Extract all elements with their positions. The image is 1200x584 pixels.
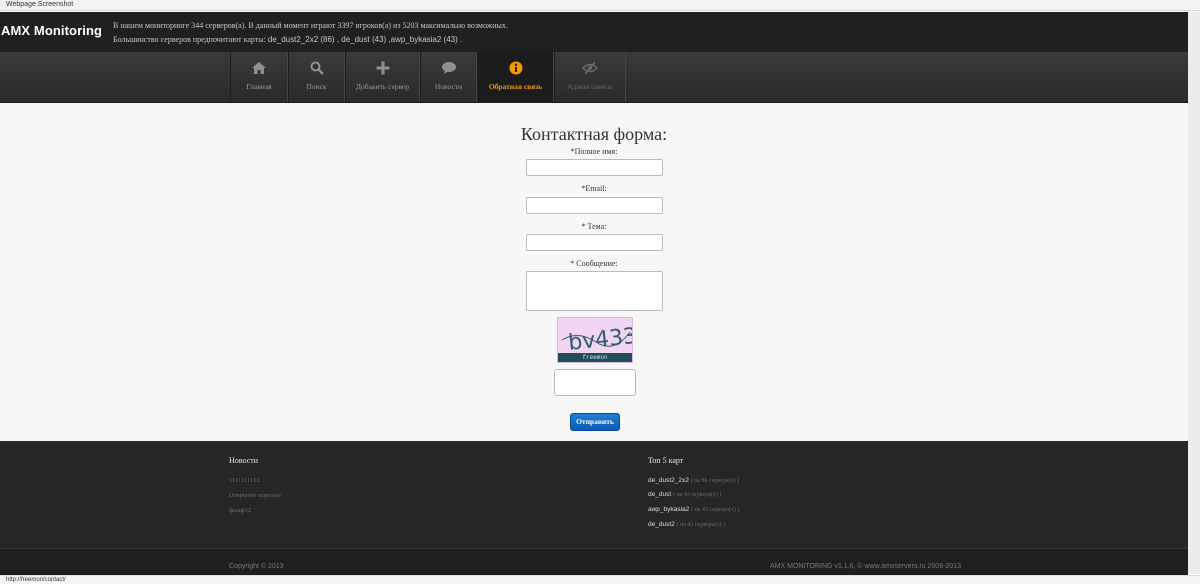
status-bar: http://freemon/contact/ [0, 575, 1200, 584]
nav-search[interactable]: Поиск [288, 52, 345, 102]
site-brand[interactable]: AMX Monitoring [1, 23, 102, 38]
eye-slash-icon [582, 61, 598, 75]
map-item[interactable]: de_dust2_2x2 ( на 86 сервера(х) ) [648, 477, 739, 484]
nav-label: Поиск [306, 82, 327, 91]
info-icon [509, 61, 523, 75]
site-footer: Новости 1111111112 Открытие портала! фыа… [0, 441, 1188, 576]
nav-feedback[interactable]: Обратная связь [477, 52, 554, 102]
news-item[interactable]: фыаф12 [229, 507, 251, 514]
news-item[interactable]: 1111111112 [229, 477, 260, 484]
message-field[interactable] [526, 271, 663, 311]
nav-home[interactable]: Главная [230, 52, 288, 102]
submit-button[interactable]: Отправить [570, 413, 620, 431]
plus-icon [376, 61, 390, 75]
status-url: http://freemon/contact/ [6, 577, 66, 583]
copyright: Copyright © 2013 [229, 563, 284, 570]
map-name: de_dust2 [648, 521, 675, 528]
nav-label: Админ панель [567, 82, 613, 91]
map-item[interactable]: awp_bykasia2 ( на 43 сервера(х) ) [648, 506, 739, 513]
speech-bubble-icon [441, 61, 457, 75]
news-title: Новости [229, 456, 259, 465]
captcha-brand: freemon [558, 353, 632, 362]
nav-label: Обратная связь [488, 82, 543, 91]
scrollbar[interactable] [1187, 12, 1200, 574]
map-name: de_dust2_2x2 [648, 477, 689, 484]
nav-admin[interactable]: Админ панель [554, 52, 626, 102]
name-label: *Полное имя: [570, 147, 618, 156]
map-count: ( на 43 сервера(х) ) [676, 522, 725, 528]
top-maps-title: Топ 5 карт [648, 456, 684, 465]
map-count: ( на 86 сервера(х) ) [690, 478, 740, 484]
footer-bottom-bar: Copyright © 2013 AMX MONITORING v1.1.6, … [0, 548, 1188, 576]
home-icon [251, 61, 267, 75]
map-item[interactable]: de_dust2 ( на 43 сервера(х) ) [648, 521, 725, 528]
captcha-graphic: bv433 [561, 324, 632, 356]
map-count: ( на 43 сервера(х) ) [672, 492, 722, 498]
map-count: ( на 43 сервера(х) ) [691, 507, 740, 513]
subject-label: * Тема: [581, 222, 607, 231]
popular-maps-line: Большинство серверов предпочитают карты:… [113, 33, 508, 47]
stats-line: В нашем мониторинге 344 серверов(а). В д… [113, 21, 508, 30]
version-info[interactable]: AMX MONITORING v1.1.6, © www.amxservers.… [770, 563, 961, 570]
captcha-input[interactable] [554, 369, 636, 396]
search-icon [310, 61, 324, 75]
map-name: awp_bykasia2 [648, 506, 690, 513]
form-title: Контактная форма: [520, 124, 668, 144]
name-field[interactable] [526, 159, 663, 176]
news-item[interactable]: Открытие портала! [229, 492, 282, 499]
popular-maps-list: de_dust2_2x2 (86) , de_dust (43) ,awp_by… [267, 35, 463, 44]
email-label: *Email: [581, 184, 607, 193]
contact-form-section: Контактная форма: *Полное имя: *Email: *… [0, 103, 1188, 441]
window-title: Webpage Screenshot [6, 1, 74, 8]
map-item[interactable]: de_dust ( на 43 сервера(х) ) [648, 491, 721, 498]
main-nav: Главная Поиск Добавить сервер Новости Об… [0, 52, 1188, 103]
captcha-image: bv433 freemon [557, 317, 633, 363]
nav-add-server[interactable]: Добавить сервер [345, 52, 420, 102]
nav-label: Новости [434, 82, 463, 91]
subject-field[interactable] [526, 234, 663, 251]
nav-news[interactable]: Новости [420, 52, 477, 102]
nav-label: Главная [246, 82, 272, 91]
nav-label: Добавить сервер [355, 82, 410, 91]
server-stats: В нашем мониторинге 344 серверов(а). В д… [113, 19, 508, 47]
window-title-bar: Webpage Screenshot [0, 0, 1200, 11]
popular-maps-prefix: Большинство серверов предпочитают карты: [113, 35, 268, 44]
site-header: AMX Monitoring В нашем мониторинге 344 с… [0, 12, 1188, 53]
map-name: de_dust [648, 491, 672, 498]
email-field[interactable] [526, 197, 663, 214]
message-label: * Сообщение: [570, 259, 618, 268]
